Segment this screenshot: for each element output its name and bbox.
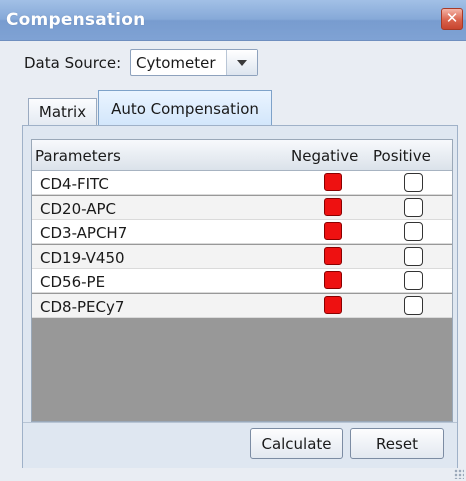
tab-auto-compensation[interactable]: Auto Compensation (98, 90, 272, 126)
positive-checkbox[interactable] (404, 295, 423, 315)
parameter-name: CD4-FITC (40, 175, 109, 193)
resize-grip-icon[interactable] (454, 469, 464, 479)
calculate-button-label: Calculate (261, 435, 332, 453)
close-icon: ✕ (445, 9, 459, 27)
table-row[interactable]: CD19-V450 (32, 244, 452, 269)
tab-auto-compensation-label: Auto Compensation (111, 100, 259, 118)
data-source-value: Cytometer (136, 54, 216, 72)
parameter-name: CD8-PECy7 (40, 297, 125, 316)
reset-button[interactable]: Reset (350, 428, 444, 459)
reset-button-label: Reset (376, 435, 418, 453)
positive-checkbox[interactable] (404, 271, 423, 290)
window-title: Compensation (6, 10, 146, 30)
table-row[interactable]: CD4-FITC (32, 171, 452, 195)
title-bar: Compensation ✕ (0, 0, 466, 41)
parameters-grid: Parameters Negative Positive CD4-FITC CD2… (31, 139, 453, 422)
positive-checkbox[interactable] (404, 173, 423, 192)
table-row[interactable]: CD3-APCH7 (32, 220, 452, 244)
calculate-button[interactable]: Calculate (250, 428, 343, 459)
grid-header: Parameters Negative Positive (32, 140, 452, 171)
tab-matrix-label: Matrix (38, 103, 87, 121)
tab-matrix[interactable]: Matrix (28, 98, 97, 125)
parameter-name: CD56-PE (40, 273, 106, 291)
positive-checkbox[interactable] (404, 246, 423, 266)
table-row[interactable]: CD8-PECy7 (32, 293, 452, 318)
negative-checkbox[interactable] (324, 173, 342, 191)
column-header-parameters[interactable]: Parameters (35, 147, 121, 165)
negative-checkbox[interactable] (324, 246, 342, 265)
column-header-positive[interactable]: Positive (373, 147, 431, 165)
table-row[interactable]: CD20-APC (32, 195, 452, 220)
table-row[interactable]: CD56-PE (32, 269, 452, 293)
chevron-down-icon (237, 60, 247, 66)
negative-checkbox[interactable] (324, 271, 342, 289)
positive-checkbox[interactable] (404, 197, 423, 217)
data-source-label: Data Source: (24, 54, 122, 72)
parameter-name: CD20-APC (40, 199, 116, 218)
column-header-negative[interactable]: Negative (291, 147, 358, 165)
parameter-name: CD19-V450 (40, 248, 125, 267)
positive-checkbox[interactable] (404, 222, 423, 241)
data-source-dropdown[interactable]: Cytometer (130, 49, 258, 76)
negative-checkbox[interactable] (324, 222, 342, 240)
close-button[interactable]: ✕ (441, 8, 463, 30)
negative-checkbox[interactable] (324, 295, 342, 314)
dropdown-arrow-button[interactable] (226, 50, 257, 75)
negative-checkbox[interactable] (324, 197, 342, 216)
parameter-name: CD3-APCH7 (40, 224, 128, 242)
